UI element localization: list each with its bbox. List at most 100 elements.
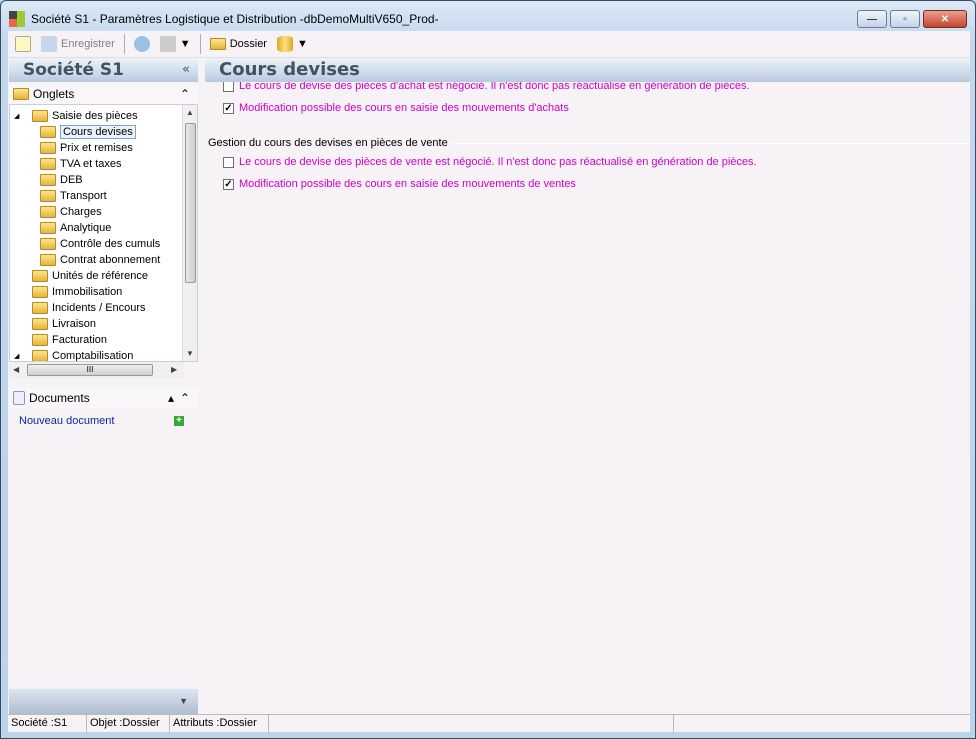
tree-item[interactable]: Incidents / Encours xyxy=(32,300,146,316)
folder-icon xyxy=(32,110,48,122)
tree-item-label: Contrat abonnement xyxy=(60,254,161,266)
minimize-button[interactable]: — xyxy=(857,10,887,28)
tree-item[interactable]: Immobilisation xyxy=(32,284,122,300)
expand-arrow-icon[interactable]: ◢ xyxy=(14,112,28,120)
checkbox-label: Modification possible des cours en saisi… xyxy=(239,178,576,190)
save-button[interactable]: Enregistrer xyxy=(38,34,118,54)
checkbox[interactable]: ✓ xyxy=(223,178,234,190)
scrollbar-thumb[interactable] xyxy=(185,123,196,283)
tree-item-label: Transport xyxy=(60,190,107,202)
tree-item[interactable]: Contrat abonnement xyxy=(40,252,160,268)
tree-horizontal-scrollbar[interactable]: ◀ III ▶ xyxy=(9,362,184,378)
app-icon xyxy=(9,11,25,27)
database-icon xyxy=(276,36,293,52)
folder-icon xyxy=(40,222,56,234)
tree-item-label: Incidents / Encours xyxy=(52,302,146,314)
separator xyxy=(199,34,201,54)
tree-item[interactable]: DEB xyxy=(40,172,83,188)
folder-icon xyxy=(40,158,56,170)
group-header: Gestion du cours des devises en pièces d… xyxy=(208,137,970,149)
folder-icon xyxy=(32,350,48,361)
database-button[interactable]: ▼ xyxy=(274,34,311,54)
new-document-link[interactable]: Nouveau document xyxy=(19,415,114,427)
dossier-button[interactable]: Dossier xyxy=(207,36,270,52)
tree-item-label: DEB xyxy=(60,174,83,186)
window-title: Société S1 - Paramètres Logistique et Di… xyxy=(31,12,439,26)
status-bar: Société :S1 Objet :Dossier Attributs :Do… xyxy=(8,714,970,733)
close-button[interactable]: ✕ xyxy=(923,10,967,28)
tree-item[interactable]: ◢ Saisie des pièces xyxy=(14,108,138,124)
tree-item-label: Immobilisation xyxy=(52,286,123,298)
new-button[interactable] xyxy=(12,34,34,54)
folder-icon xyxy=(32,334,48,346)
folder-icon xyxy=(40,238,56,250)
onglets-label: Onglets xyxy=(33,87,75,101)
toolbar: Enregistrer ▼ Dossier ▼ xyxy=(8,31,970,58)
dossier-label: Dossier xyxy=(229,38,267,50)
folder-icon xyxy=(32,318,48,330)
status-objet: Objet :Dossier xyxy=(87,715,170,733)
divider xyxy=(451,142,970,144)
tree-item[interactable]: ◢ Comptabilisation xyxy=(14,348,134,362)
folder-icon xyxy=(32,270,48,282)
collapse-panel-button[interactable]: « xyxy=(182,58,190,82)
tree-item[interactable]: Cours devises xyxy=(40,124,136,140)
folder-icon xyxy=(209,38,226,50)
tree-item[interactable]: Facturation xyxy=(32,332,107,348)
left-panel-title: Société S1 xyxy=(23,60,125,80)
tree-item[interactable]: Analytique xyxy=(40,220,111,236)
option-checkbox[interactable]: Le cours de devise des pièces de vente e… xyxy=(223,156,757,168)
app-window: Société S1 - Paramètres Logistique et Di… xyxy=(0,0,976,739)
tree-vertical-scrollbar[interactable]: ▲ ▼ xyxy=(182,105,197,361)
folder-icon xyxy=(40,174,56,186)
scrollbar-thumb[interactable]: III xyxy=(27,364,153,376)
refresh-icon xyxy=(133,36,150,52)
tree-item[interactable]: Contrôle des cumuls xyxy=(40,236,160,252)
separator xyxy=(123,34,125,54)
maximize-button[interactable]: ▫ xyxy=(890,10,920,28)
tree-item-label: Analytique xyxy=(60,222,112,234)
collapse-section-icon[interactable]: ⌃ xyxy=(180,87,190,101)
page-title: Cours devises xyxy=(219,59,360,80)
onglets-section-header[interactable]: Onglets ⌃ xyxy=(9,84,198,104)
checkbox-label: Le cours de devise des pièces de vente e… xyxy=(239,156,757,168)
tree-item-label: Livraison xyxy=(52,318,97,330)
checkbox[interactable] xyxy=(223,80,234,92)
tree-item[interactable]: Transport xyxy=(40,188,107,204)
checkbox[interactable]: ✓ xyxy=(223,102,234,114)
tree-item-label: Cours devises xyxy=(60,125,136,139)
documents-section-header[interactable]: Documents ▴ ⌃ xyxy=(9,388,198,408)
checkbox-label: Modification possible des cours en saisi… xyxy=(239,102,569,114)
tree-item-label: Comptabilisation xyxy=(52,350,134,362)
save-icon xyxy=(41,36,57,52)
print-button[interactable]: ▼ xyxy=(157,34,194,54)
status-empty xyxy=(269,715,674,733)
tree-item[interactable]: Charges xyxy=(40,204,102,220)
resize-grip[interactable] xyxy=(674,715,970,733)
tree-item[interactable]: TVA et taxes xyxy=(40,156,122,172)
expand-arrow-icon[interactable]: ◢ xyxy=(14,352,28,360)
checkbox[interactable] xyxy=(223,156,234,168)
option-checkbox[interactable]: ✓ Modification possible des cours en sais… xyxy=(223,102,569,114)
status-attributs: Attributs :Dossier xyxy=(170,715,269,733)
collapse-section-icon[interactable]: ⌃ xyxy=(180,391,190,405)
add-icon[interactable]: + xyxy=(174,416,184,426)
chevron-down-icon: ▼ xyxy=(179,38,191,50)
refresh-button[interactable] xyxy=(131,34,153,54)
tree-item-label: Prix et remises xyxy=(60,142,133,154)
collapse-icon[interactable]: ▴ xyxy=(168,391,174,405)
left-panel-header: Société S1 « xyxy=(9,58,198,82)
printer-icon xyxy=(159,36,176,52)
tree-item[interactable]: Prix et remises xyxy=(40,140,133,156)
status-societe: Société :S1 xyxy=(8,715,87,733)
panel-footer: ▼ xyxy=(9,689,198,714)
documents-label: Documents xyxy=(29,391,90,405)
folder-icon xyxy=(40,190,56,202)
tree-item[interactable]: Livraison xyxy=(32,316,96,332)
tree-item[interactable]: Unités de référence xyxy=(32,268,148,284)
folder-icon xyxy=(13,88,29,100)
option-checkbox[interactable]: ✓ Modification possible des cours en sais… xyxy=(223,178,576,190)
group-label: Gestion du cours des devises en pièces d… xyxy=(208,137,448,149)
chevron-down-icon[interactable]: ▼ xyxy=(179,696,188,706)
chevron-down-icon: ▼ xyxy=(296,38,308,50)
